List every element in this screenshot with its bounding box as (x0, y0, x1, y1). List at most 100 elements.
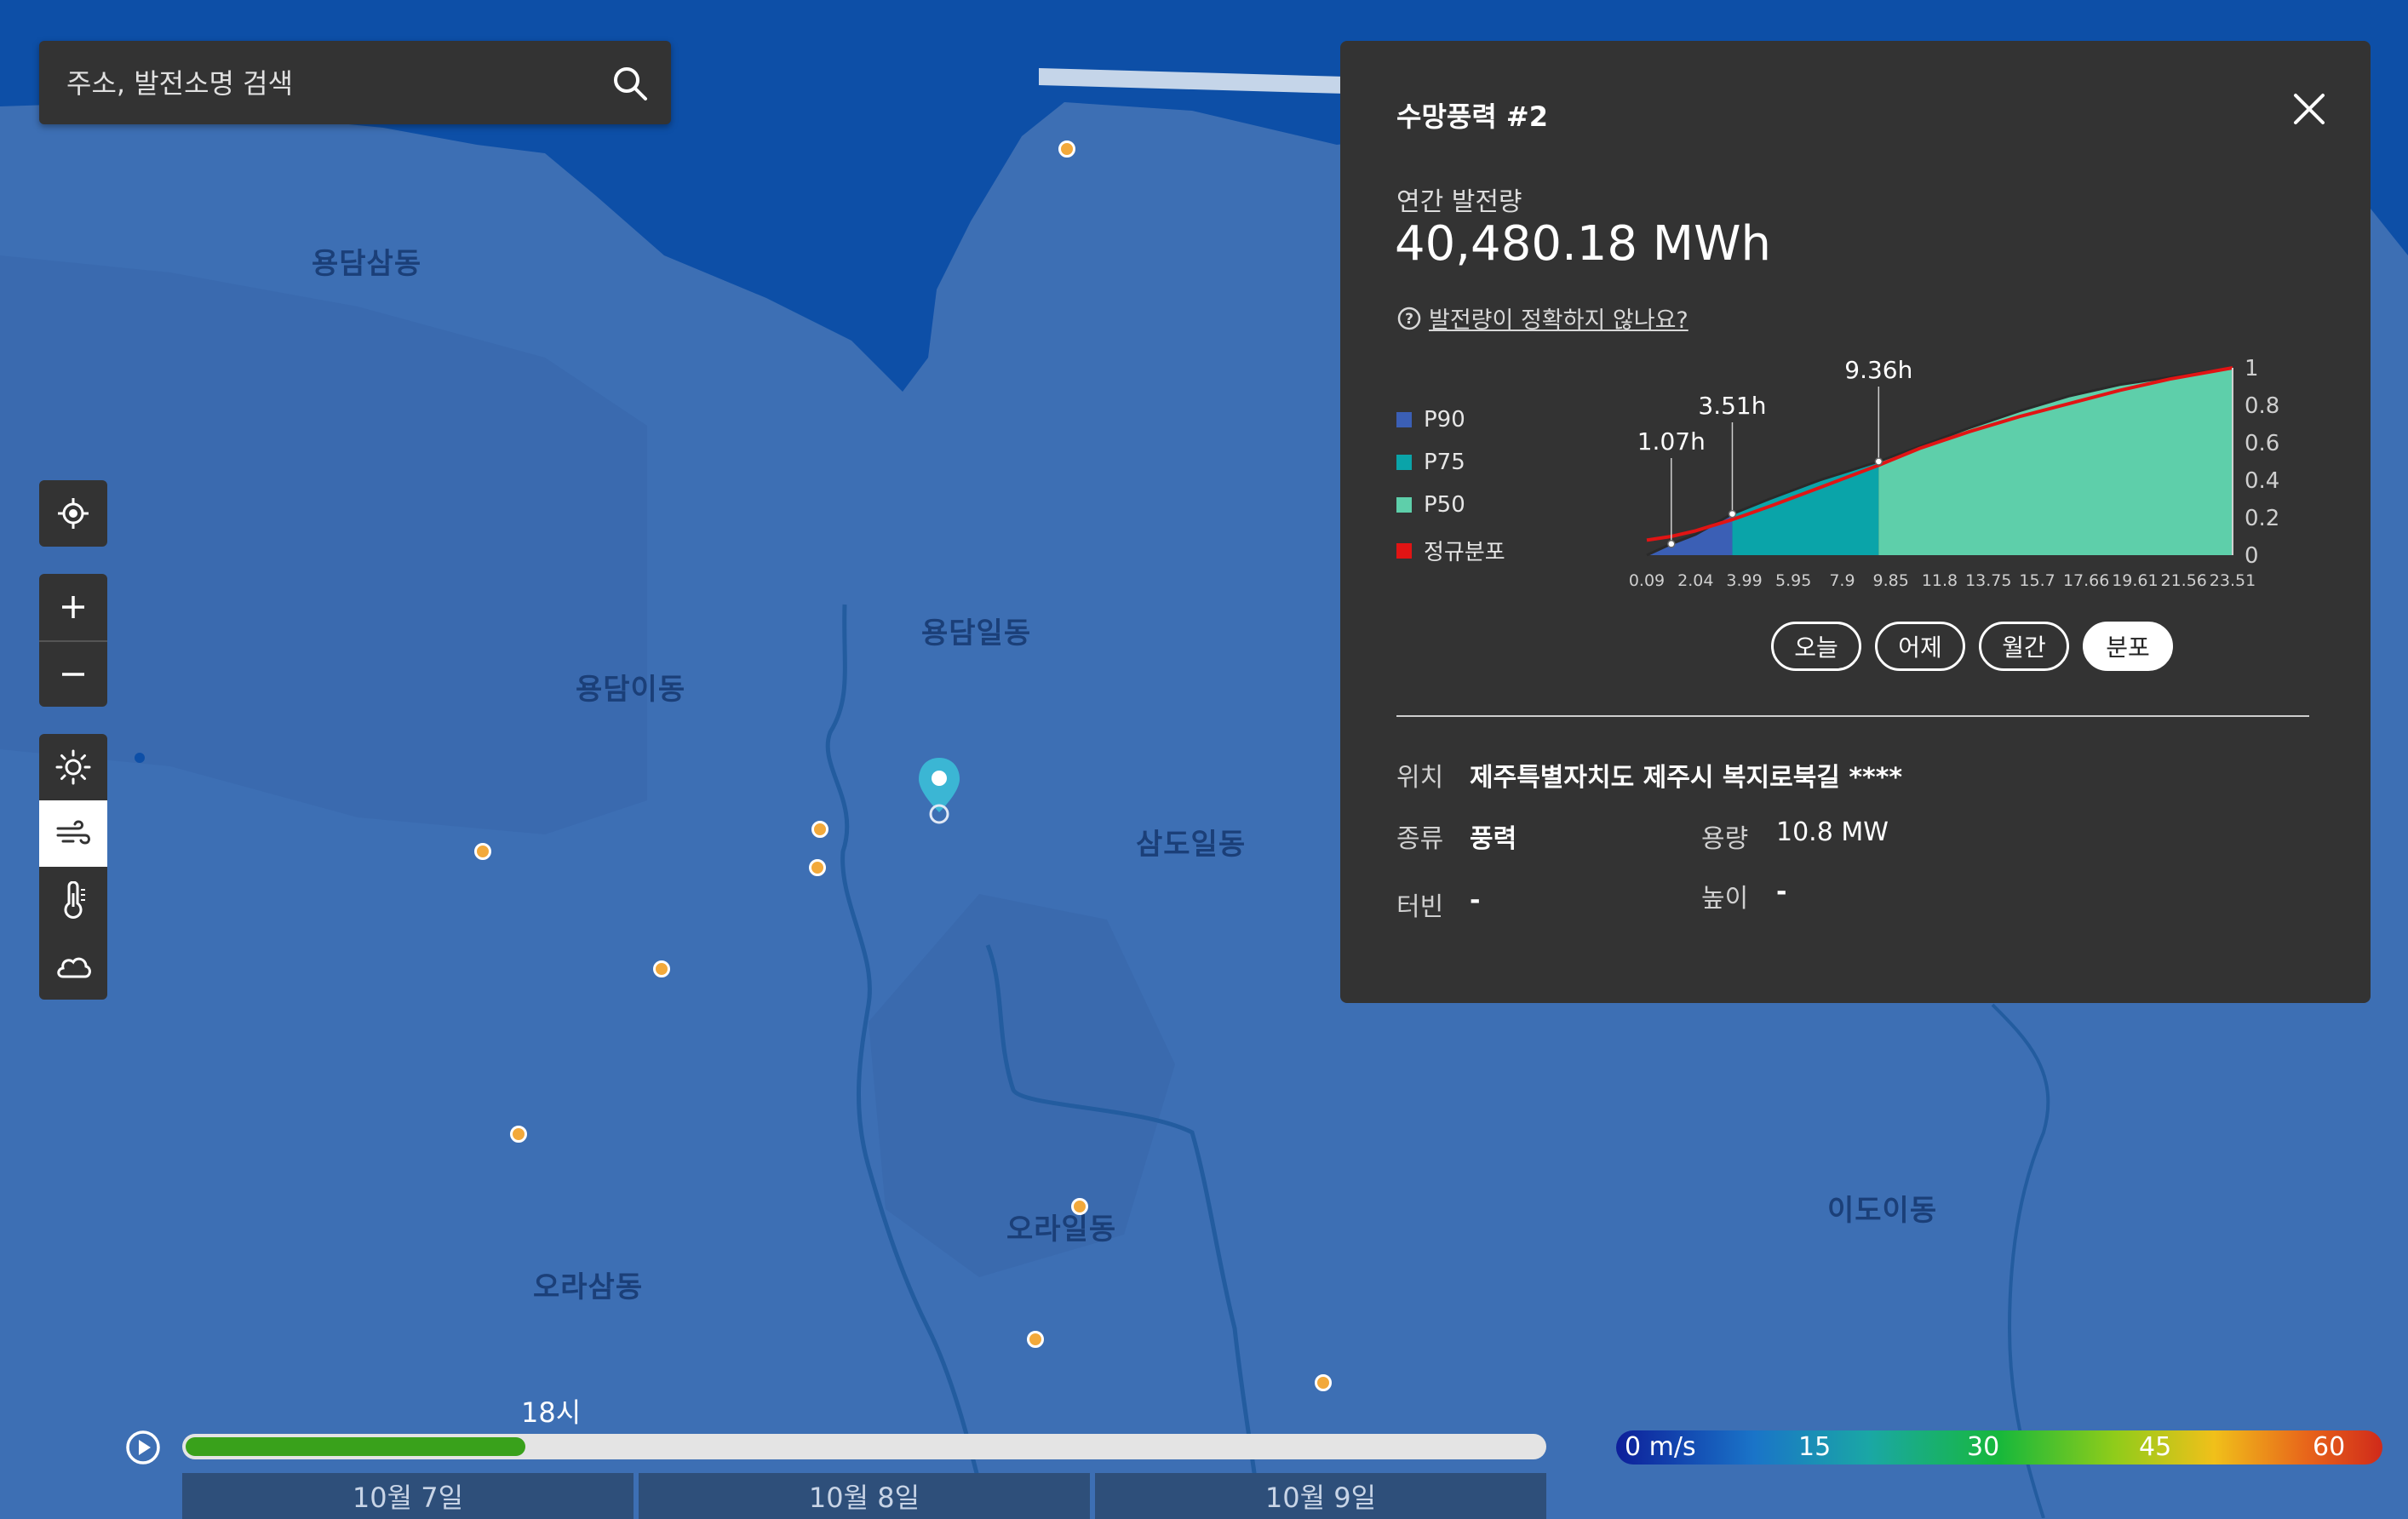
close-icon[interactable] (2290, 90, 2328, 128)
annual-generation-value: 40,480.18 MWh (1395, 216, 1771, 272)
legend-label: 정규분포 (1424, 540, 1505, 565)
district-label: 삼도일동 (1136, 828, 1247, 862)
turbine-label: 터빈 (1396, 892, 1444, 922)
legend-swatch (1396, 542, 1412, 559)
tab-distribution[interactable]: 분포 (2083, 622, 2173, 671)
legend-swatch (1396, 412, 1412, 427)
x-tick-label: 11.8 (1922, 571, 1958, 590)
x-tick-label: 23.51 (2210, 571, 2256, 590)
x-tick-label: 0.09 (1629, 571, 1665, 590)
y-tick-label: 0 (2245, 543, 2259, 569)
x-tick-label: 13.75 (1965, 571, 2011, 590)
turbine-value: - (1470, 886, 1481, 915)
legend-item-p90: P90 (1396, 407, 1465, 433)
district-label: 용담일동 (921, 616, 1032, 651)
plant-marker[interactable] (1058, 140, 1075, 158)
x-tick-label: 5.95 (1775, 571, 1811, 590)
locate-control (39, 480, 107, 547)
tab-today[interactable]: 오늘 (1771, 622, 1861, 671)
legend-item-p50: P50 (1396, 492, 1465, 518)
current-time-label: 18시 (521, 1396, 582, 1429)
plant-marker[interactable] (809, 859, 826, 876)
solar-layer-button[interactable] (39, 734, 107, 800)
annotation-label: 1.07h (1637, 427, 1706, 456)
plant-marker[interactable] (653, 960, 670, 977)
plus-icon (62, 596, 84, 618)
crosshair-icon (58, 498, 89, 529)
x-tick-label: 15.7 (2019, 571, 2055, 590)
layer-control (39, 734, 107, 1000)
y-tick-label: 0.8 (2245, 393, 2279, 419)
annual-generation-label: 연간 발전량 (1396, 187, 1522, 217)
capacity-label: 용량 (1701, 824, 1749, 854)
tab-monthly[interactable]: 월간 (1979, 622, 2069, 671)
cloud-layer-button[interactable] (39, 933, 107, 1000)
y-tick-label: 1 (2245, 356, 2259, 381)
type-label: 종류 (1396, 824, 1444, 854)
scale-label: 30 (1967, 1432, 2000, 1462)
zoom-out-button[interactable] (39, 640, 107, 707)
plant-info-panel: 수망풍력 #2 연간 발전량 40,480.18 MWh ? 발전량이 정확하지… (1340, 41, 2371, 1003)
location-label: 위치 (1396, 763, 1444, 793)
x-tick-label: 9.85 (1873, 571, 1909, 590)
x-tick-label: 17.66 (2063, 571, 2109, 590)
timeline-progress (186, 1437, 525, 1456)
zoom-control (39, 574, 107, 707)
search-icon[interactable] (610, 63, 651, 104)
legend-item-normal: 정규분포 (1396, 535, 1505, 566)
legend-swatch (1396, 497, 1412, 513)
y-tick-label: 0.2 (2245, 506, 2279, 531)
height-label: 높이 (1701, 884, 1749, 914)
annotation-label: 9.36h (1844, 356, 1912, 384)
scale-label: 60 (2313, 1432, 2346, 1462)
legend-label: P75 (1424, 450, 1465, 475)
district-label: 오라일동 (1006, 1212, 1117, 1247)
y-tick-label: 0.6 (2245, 431, 2279, 456)
divider (1396, 715, 2309, 717)
plant-marker[interactable] (474, 843, 491, 860)
timeline-slider[interactable] (182, 1434, 1546, 1459)
plant-marker[interactable] (1027, 1331, 1044, 1348)
search-input[interactable] (65, 61, 596, 106)
district-label: 용담삼동 (312, 247, 422, 281)
distribution-chart: 1.07h 3.51h 9.36h 1 0.8 0.6 0.4 0.2 0 0.09 2.04 3.9… (1629, 356, 2280, 590)
location-value: 제주특별자치도 제주시 복지로북길 **** (1470, 763, 1903, 793)
plant-marker[interactable] (1315, 1374, 1332, 1391)
play-icon[interactable] (124, 1429, 162, 1466)
map-pin-icon[interactable] (914, 754, 965, 831)
y-tick-label: 0.4 (2245, 468, 2279, 494)
district-label: 용담이동 (576, 673, 686, 707)
area-p50 (1878, 368, 2233, 555)
plant-marker[interactable] (1071, 1198, 1088, 1215)
wind-layer-button[interactable] (39, 800, 107, 867)
minus-icon (62, 673, 84, 676)
scale-label: 15 (1798, 1432, 1832, 1462)
annotation-point (1874, 457, 1883, 466)
annotation-point (1728, 509, 1737, 519)
height-value: - (1776, 877, 1787, 907)
search-bar (39, 41, 671, 124)
legend-item-p75: P75 (1396, 450, 1465, 475)
legend-swatch (1396, 455, 1412, 470)
svg-text:?: ? (1405, 311, 1413, 328)
scale-label: 0 m/s (1625, 1432, 1696, 1462)
thermometer-icon (64, 881, 85, 919)
x-tick-label: 3.99 (1726, 571, 1762, 590)
temperature-layer-button[interactable] (39, 867, 107, 933)
sun-icon (55, 749, 91, 785)
district-label: 이도이동 (1827, 1194, 1938, 1228)
timeline-day[interactable]: 10월 9일 (1095, 1473, 1546, 1519)
timeline-day[interactable]: 10월 7일 (182, 1473, 634, 1519)
capacity-value: 10.8 MW (1776, 817, 1889, 847)
tab-yesterday[interactable]: 어제 (1875, 622, 1965, 671)
plant-marker[interactable] (811, 821, 828, 838)
annotation-label: 3.51h (1698, 392, 1766, 420)
locate-button[interactable] (39, 480, 107, 547)
zoom-in-button[interactable] (39, 574, 107, 640)
legend-label: P50 (1424, 492, 1465, 518)
plant-marker[interactable] (510, 1126, 527, 1143)
legend-label: P90 (1424, 407, 1465, 433)
annotation-point (1667, 540, 1676, 548)
question-circle-icon: ? (1397, 307, 1421, 330)
timeline-day[interactable]: 10월 8일 (639, 1473, 1090, 1519)
